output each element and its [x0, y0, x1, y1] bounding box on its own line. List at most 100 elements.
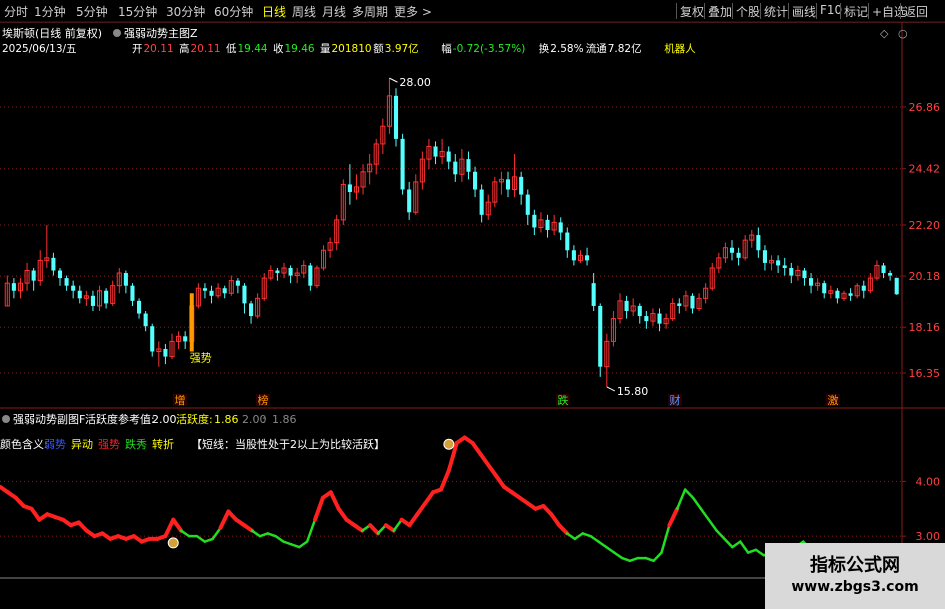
oscillator-segment — [597, 540, 608, 549]
oscillator-segment — [439, 468, 451, 492]
info-field: 流通 — [586, 42, 607, 55]
strong-label: 强势 — [190, 352, 212, 365]
candle-body-down — [347, 184, 352, 193]
high-marker-arrow — [389, 77, 398, 83]
candle-body-down — [782, 265, 787, 268]
candle-body-down — [558, 222, 563, 233]
info-field: 量 — [320, 43, 331, 55]
activity-ref-value: 2.00 — [152, 413, 177, 426]
low-marker-label: 15.80 — [617, 385, 649, 398]
candle-body-down — [163, 348, 168, 357]
oscillator-segment — [628, 556, 640, 563]
info-field: 2025/06/13/五 — [2, 43, 77, 55]
candle-body-down — [729, 247, 735, 253]
candle-body-down — [242, 285, 247, 304]
activity-extra-2: 1.86 — [272, 413, 297, 426]
legend-item: 跌秀 — [125, 437, 147, 451]
candle-body-down — [822, 283, 827, 294]
legend-item: 转折 — [152, 437, 174, 451]
candle-body-down — [393, 95, 399, 139]
info-field: 7.82亿 — [608, 42, 642, 55]
candle-body-down — [446, 151, 451, 162]
event-marker: 榜 — [258, 393, 269, 407]
candle-body-down — [736, 252, 741, 258]
oscillator-segment — [644, 556, 655, 563]
oscillator-segment — [163, 517, 176, 539]
candle-body-down — [150, 326, 155, 352]
candle-body-down — [881, 265, 886, 274]
price-axis-label: 20.18 — [909, 270, 941, 283]
candle-body-down — [756, 235, 761, 251]
oscillator-segment — [605, 545, 616, 554]
info-field: 低 — [226, 42, 237, 55]
candle-body-down — [762, 250, 767, 263]
oscillator-segment — [478, 451, 491, 467]
candle-body-down — [545, 219, 550, 230]
oscillator-segment — [581, 532, 592, 538]
candle-body-down — [677, 303, 682, 306]
indicator-toggle-icon[interactable] — [113, 29, 121, 37]
candle-body-down — [473, 171, 478, 190]
candle-body-down — [90, 295, 95, 306]
candle-body-down — [130, 285, 135, 301]
candle-body-down — [519, 176, 524, 195]
diamond-icon: ◇ — [880, 27, 889, 40]
oscillator-segment — [250, 529, 262, 538]
candle-body-down — [565, 232, 570, 251]
oscillator-segment — [211, 526, 222, 541]
candle-body-down — [571, 250, 576, 261]
candle-body-down — [288, 267, 293, 276]
candle-body-down — [433, 146, 438, 157]
candle-body-down — [591, 283, 596, 306]
candle-body-down — [400, 138, 405, 190]
circle-icon: ○ — [898, 27, 908, 40]
candle-body-down — [598, 305, 603, 367]
event-marker: 增 — [175, 393, 186, 407]
oscillator-segment — [660, 523, 671, 554]
candle-body-down — [637, 305, 642, 317]
oscillator-segment — [557, 523, 569, 536]
high-marker-label: 28.00 — [399, 76, 431, 89]
oscillator-segment — [470, 440, 483, 456]
candle-body-down — [104, 290, 109, 304]
info-field: 额 — [373, 42, 384, 55]
stock-chart[interactable]: 26.86 24.42 22.20 20.18 18.16 16.35 埃斯顿(日线 前复权… — [0, 0, 945, 609]
oscillator-segment — [290, 543, 301, 549]
watermark-title: 指标公式网 — [810, 555, 900, 576]
oscillator-segment — [589, 534, 600, 543]
oscillator-segment — [549, 512, 562, 528]
money-bag-icon — [443, 438, 455, 450]
watermark-badge: 指标公式网 www.zbgs3.com — [765, 543, 945, 609]
oscillator-segment — [494, 473, 506, 489]
oscillator-segment — [274, 534, 285, 543]
info-field: 20.11 — [191, 43, 221, 55]
strong-signal-bar — [189, 293, 194, 352]
oscillator-segment — [336, 506, 349, 522]
oscillator-segment — [423, 490, 436, 506]
oscillator-segment — [258, 532, 269, 538]
price-axis-label: 22.20 — [909, 219, 941, 232]
watermark-url: www.zbgs3.com — [791, 579, 919, 595]
oscillator-segment — [746, 548, 758, 554]
candle-body-down — [479, 189, 484, 215]
candle-body-down — [848, 293, 853, 296]
info-field: 2.58% — [550, 43, 583, 55]
sub-indicator-toggle-icon[interactable] — [2, 415, 10, 423]
candle-body-down — [505, 179, 511, 190]
stock-title: 埃斯顿(日线 前复权) — [2, 26, 102, 40]
info-field: 19.46 — [285, 43, 315, 55]
candle-body-down — [137, 300, 142, 314]
oscillator-segment — [352, 523, 365, 533]
event-marker: 财 — [670, 393, 681, 407]
info-field: 换 — [539, 42, 550, 55]
info-field: 19.44 — [238, 43, 268, 55]
oscillator-segment — [691, 496, 703, 510]
activity-value: 1.86 — [214, 413, 239, 426]
candle-body-down — [183, 336, 188, 342]
oscillator-segment — [613, 551, 624, 560]
candle-body-down — [51, 257, 56, 271]
oscillator-segment — [754, 548, 766, 557]
legend-item: 异动 — [71, 438, 93, 451]
oscillator-segment — [407, 512, 420, 528]
candle-body-down — [525, 194, 530, 215]
